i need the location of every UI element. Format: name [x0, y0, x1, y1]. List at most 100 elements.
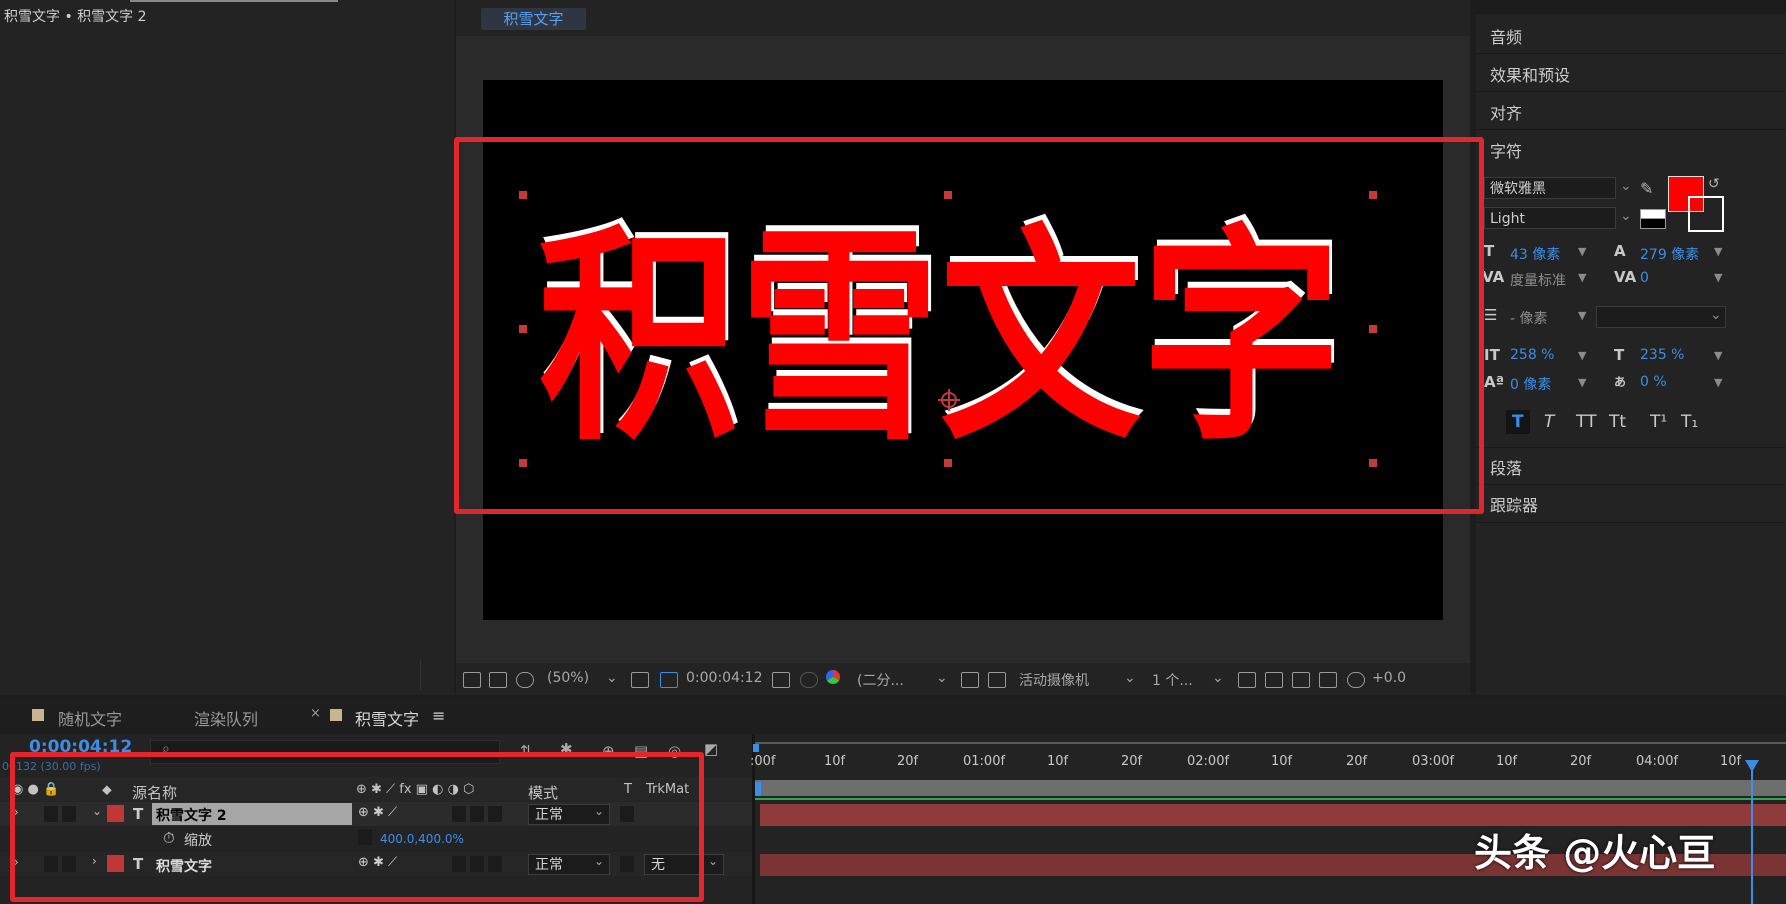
chevron-down-icon[interactable]: ⌄	[936, 670, 948, 686]
grid-icon[interactable]	[631, 672, 649, 688]
font-style-dropdown[interactable]: Light	[1484, 207, 1616, 229]
tab-render-queue[interactable]: 渲染队列	[194, 706, 258, 730]
work-area-handle[interactable]	[755, 782, 761, 796]
chevron-down-icon[interactable]: ⌄	[708, 854, 718, 868]
transparency-grid-icon[interactable]	[988, 672, 1006, 688]
highlight-box-layers	[10, 752, 704, 902]
project-panel	[0, 0, 454, 695]
ruler-tick: 02:00f	[1187, 754, 1230, 769]
divider	[1476, 447, 1786, 448]
font-size-value[interactable]: 43 像素	[1510, 244, 1560, 264]
chevron-down-icon[interactable]: ▼	[1578, 349, 1586, 362]
camera-view-dropdown[interactable]: 活动摄像机	[1019, 670, 1089, 690]
color-channels-icon[interactable]	[826, 670, 840, 684]
highlight-box-viewer	[454, 137, 1484, 514]
tab-snow-text[interactable]: 积雪文字	[355, 706, 419, 730]
project-divider	[420, 660, 421, 690]
chevron-down-icon[interactable]: ▼	[1714, 376, 1722, 389]
ruler-tick: 03:00f	[1412, 754, 1455, 769]
tracker-panel-header[interactable]: 跟踪器	[1490, 492, 1538, 516]
snapshot-icon[interactable]	[800, 672, 818, 688]
tracking-value[interactable]: 0	[1640, 270, 1649, 286]
align-panel-header[interactable]: 对齐	[1490, 100, 1522, 124]
divider	[1476, 522, 1786, 523]
region-of-interest-icon[interactable]	[660, 672, 678, 688]
divider	[1476, 91, 1786, 92]
chevron-down-icon[interactable]: ⌄	[1124, 670, 1136, 686]
audio-panel-header[interactable]: 音频	[1490, 24, 1522, 48]
kerning-icon: VA	[1482, 268, 1505, 286]
viewer-timecode[interactable]: 0:00:04:12	[686, 670, 763, 686]
ruler-tick: 20f	[897, 754, 919, 769]
baseline-shift-value[interactable]: 0 像素	[1510, 374, 1551, 394]
chevron-down-icon[interactable]: ▼	[1578, 309, 1586, 322]
vertical-scale-value[interactable]: 258 %	[1510, 347, 1554, 363]
project-tab-indicator	[130, 0, 338, 2]
eyedropper-icon[interactable]: ✎	[1640, 179, 1653, 198]
always-preview-icon[interactable]	[463, 672, 481, 688]
paragraph-panel-header[interactable]: 段落	[1490, 455, 1522, 479]
work-area-bar[interactable]	[755, 780, 1786, 796]
horizontal-scale-value[interactable]: 235 %	[1640, 347, 1684, 363]
flowchart-icon[interactable]	[1319, 672, 1337, 688]
reset-exposure-icon[interactable]	[1347, 672, 1365, 688]
monitor-icon[interactable]	[489, 672, 507, 688]
chevron-down-icon[interactable]: ⌄	[606, 670, 618, 686]
tab-random-text[interactable]: 随机文字	[58, 706, 122, 730]
chevron-down-icon[interactable]: ⌄	[1620, 178, 1632, 194]
kerning-value[interactable]: 度量标准	[1510, 270, 1566, 290]
stroke-width-value[interactable]: - 像素	[1510, 308, 1548, 328]
faux-bold-button[interactable]: T	[1512, 412, 1524, 432]
tab-menu-icon[interactable]: ≡	[432, 706, 445, 725]
tsume-value[interactable]: 0 %	[1640, 374, 1667, 390]
ruler-tick: 10f	[1720, 754, 1742, 769]
leading-value[interactable]: 279 像素	[1640, 244, 1699, 264]
viewer-comp-tab[interactable]: 积雪文字	[481, 8, 586, 30]
chevron-down-icon[interactable]: ⌄	[1710, 307, 1722, 323]
chevron-down-icon[interactable]: ▼	[1714, 271, 1722, 284]
character-panel-header[interactable]: 字符	[1490, 138, 1522, 162]
chevron-down-icon[interactable]: ▼	[1578, 376, 1586, 389]
playhead-line[interactable]	[1751, 762, 1753, 904]
chevron-down-icon[interactable]: ▼	[1578, 245, 1586, 258]
ruler-tick: 10f	[824, 754, 846, 769]
chevron-down-icon[interactable]: ⌄	[1620, 208, 1632, 224]
swap-colors-icon[interactable]: ↺	[1708, 176, 1720, 192]
divider	[1476, 53, 1786, 54]
stroke-color-swatch[interactable]	[1688, 196, 1724, 232]
close-tab-icon[interactable]: ×	[310, 706, 321, 721]
resolution-dropdown[interactable]: (二分...	[857, 670, 904, 690]
zoom-dropdown[interactable]: (50%)	[547, 670, 589, 686]
chevron-down-icon[interactable]: ▼	[1714, 349, 1722, 362]
subscript-button[interactable]: T₁	[1681, 412, 1698, 432]
mask-icon[interactable]	[516, 672, 534, 688]
chevron-down-icon[interactable]: ▼	[1578, 271, 1586, 284]
font-family-dropdown[interactable]: 微软雅黑	[1484, 177, 1616, 199]
superscript-button[interactable]: T¹	[1650, 412, 1667, 432]
effects-panel-header[interactable]: 效果和预设	[1490, 62, 1570, 86]
playhead-icon[interactable]	[1745, 760, 1759, 772]
black-fill-icon[interactable]	[1640, 218, 1666, 229]
comp-icon	[330, 709, 342, 721]
fast-previews-icon[interactable]	[1265, 672, 1283, 688]
work-area-start-handle[interactable]	[753, 744, 759, 752]
camera-icon[interactable]	[772, 672, 790, 688]
graph-editor-icon[interactable]: ◩	[704, 740, 718, 758]
comp-icon	[32, 709, 44, 721]
exposure-value[interactable]: +0.0	[1372, 670, 1406, 686]
all-caps-button[interactable]: TT	[1576, 412, 1596, 432]
cache-indicator	[755, 798, 1786, 800]
timeline-tab-bar	[0, 698, 1786, 734]
faux-italic-button[interactable]: T	[1544, 412, 1554, 432]
toggle-pixel-aspect-icon[interactable]	[1238, 672, 1256, 688]
ruler-tick: 20f	[1570, 754, 1592, 769]
fast-preview-icon[interactable]	[961, 672, 979, 688]
stroke-style-dropdown[interactable]	[1596, 306, 1726, 328]
ruler-tick: 20f	[1121, 754, 1143, 769]
stroke-width-icon: ☰	[1484, 306, 1498, 324]
chevron-down-icon[interactable]: ⌄	[1212, 670, 1224, 686]
timeline-sync-icon[interactable]	[1292, 672, 1310, 688]
view-layout-dropdown[interactable]: 1 个...	[1152, 670, 1193, 690]
chevron-down-icon[interactable]: ▼	[1714, 245, 1722, 258]
small-caps-button[interactable]: Tt	[1609, 412, 1626, 432]
